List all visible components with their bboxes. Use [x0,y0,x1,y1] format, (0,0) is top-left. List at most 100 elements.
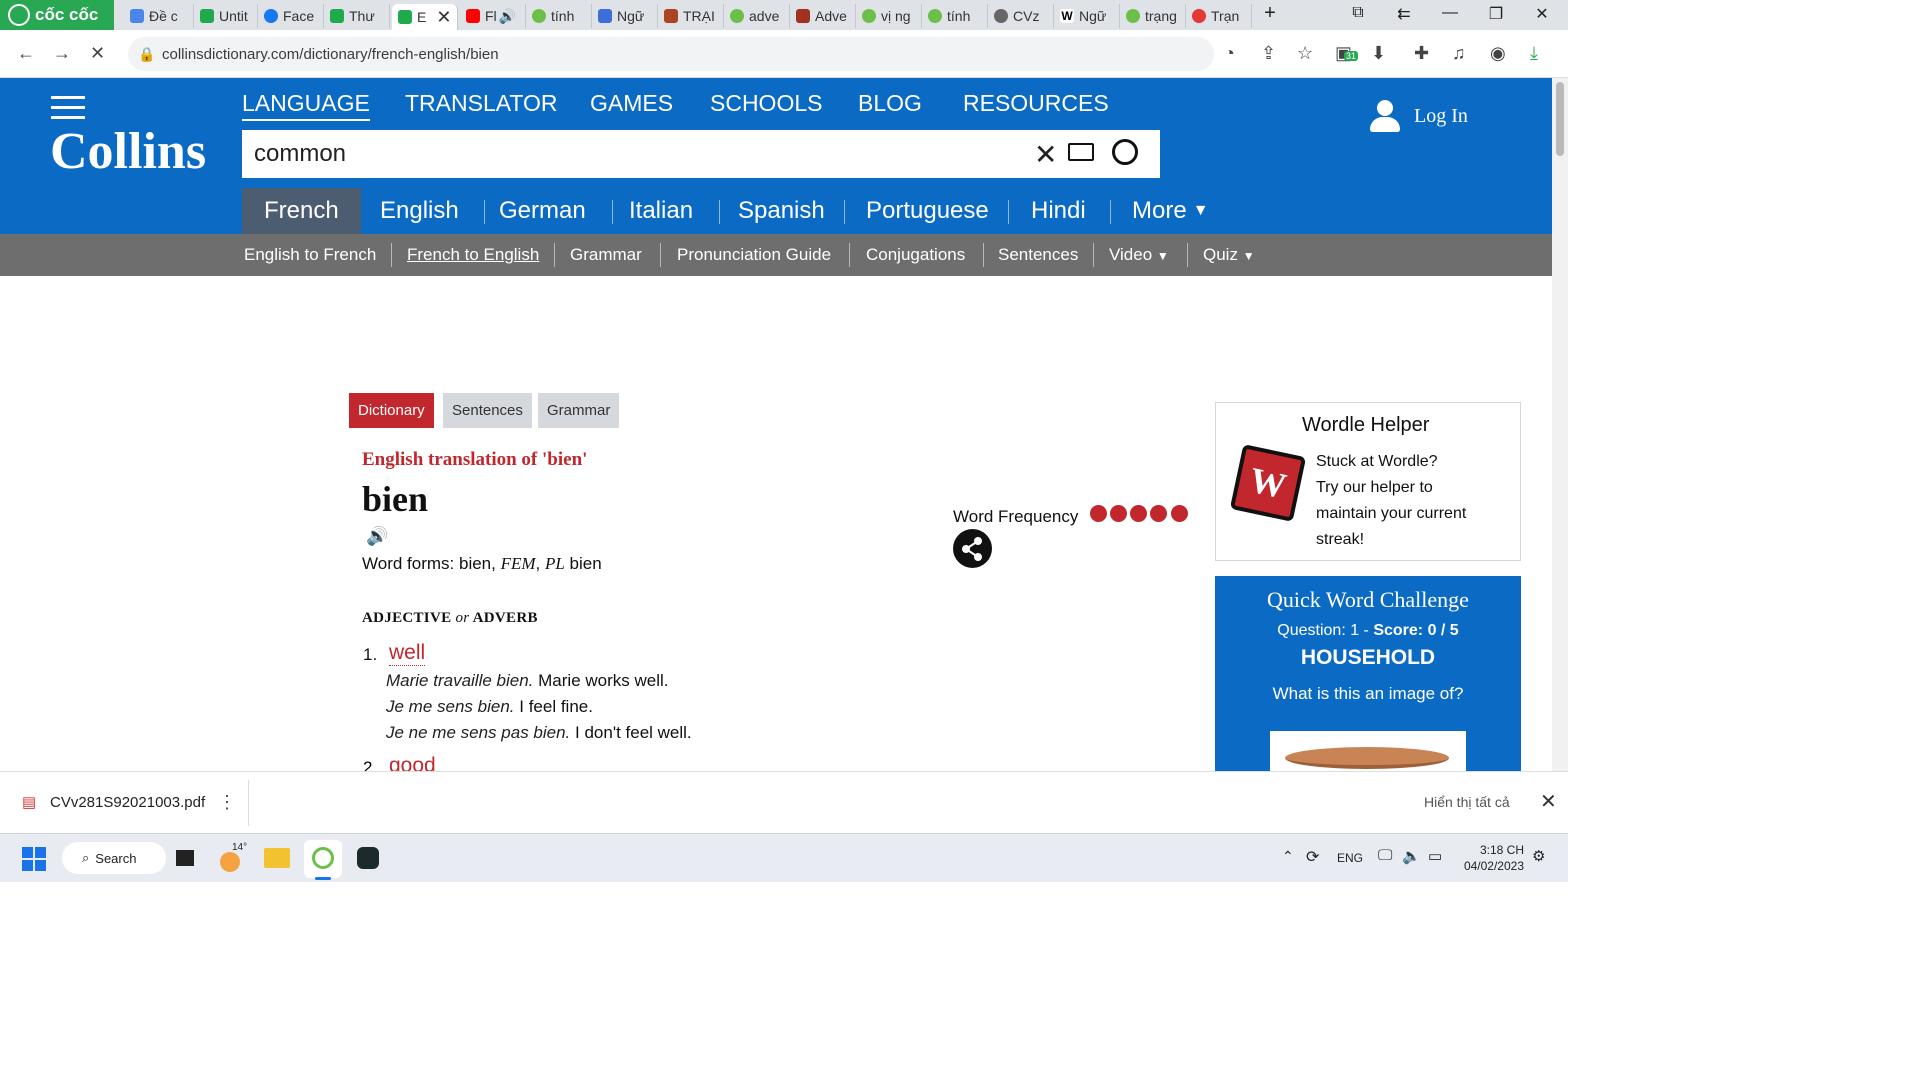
tab-dictionary[interactable]: Dictionary [349,393,434,428]
battery-icon[interactable]: ▭ [1428,847,1442,865]
tab-1[interactable]: Đề c [124,4,194,28]
tab-13[interactable]: tính [922,4,988,28]
forward-icon[interactable]: → [53,43,71,64]
download-extension-icon[interactable]: ⬇ [1371,43,1386,64]
scrollbar-thumb[interactable] [1556,82,1564,156]
wordle-helper-card[interactable]: Wordle Helper W Stuck at Wordle? Try our… [1215,402,1521,561]
browser-brand[interactable]: cốc cốc [0,0,114,30]
tab-10[interactable]: adve [724,4,790,28]
nav-schools[interactable]: SCHOOLS [710,90,822,117]
hamburger-menu-icon[interactable] [51,96,85,120]
tab-11[interactable]: Adve [790,4,856,28]
media-icon[interactable]: ♫ [1452,43,1466,64]
stop-loading-icon[interactable]: ✕ [90,43,105,64]
close-window-icon[interactable]: ✕ [1522,4,1562,24]
show-all-downloads[interactable]: Hiển thị tất cả [1424,794,1510,810]
collins-logo[interactable]: Collins [50,122,206,181]
input-language[interactable]: ENG [1337,851,1363,865]
tab-14[interactable]: CVz [988,4,1054,28]
tab-16[interactable]: trạng [1120,4,1186,28]
coccoc-taskbar-button[interactable] [304,840,342,880]
download-filename[interactable]: CVv281S92021003.pdf [50,794,205,811]
clear-search-icon[interactable]: ✕ [1034,138,1057,171]
nav-games[interactable]: GAMES [590,90,673,117]
page-scrollbar[interactable] [1552,78,1568,771]
lang-tab-german[interactable]: German [499,188,586,234]
extension-calendar-icon[interactable]: ▣31 [1335,43,1359,64]
subnav-quiz[interactable]: Quiz ▼ [1203,245,1255,265]
speaker-audio-icon[interactable]: 🔊 [366,526,388,547]
tab-3[interactable]: Face [258,4,324,28]
back-icon[interactable]: ← [17,43,35,64]
headword: bien [362,479,429,519]
clock[interactable]: 3:18 CH 04/02/2023 [1460,842,1524,874]
subnav-french-to-english[interactable]: French to English [407,245,539,265]
sense-word-link[interactable]: well [389,641,426,666]
app-icon[interactable] [357,847,379,869]
address-bar[interactable]: 🔒 collinsdictionary.com/dictionary/frenc… [128,37,1214,71]
notifications-icon[interactable]: ⚙ [1532,847,1545,865]
screenshot-icon[interactable]: ⧉ [1338,4,1378,22]
search-input[interactable]: common ✕ [242,130,1160,178]
lang-tab-italian[interactable]: Italian [629,188,693,234]
minimize-icon[interactable]: — [1430,4,1470,22]
tab-2[interactable]: Untit [194,4,258,28]
tab-6[interactable]: Fl 🔊 [460,4,526,28]
tab-5-active[interactable]: E ✕ [392,4,458,30]
keyboard-icon[interactable] [1068,143,1094,161]
lang-tab-spanish[interactable]: Spanish [738,188,825,234]
profile-icon[interactable]: ◉ [1490,43,1506,64]
subnav-english-to-french[interactable]: English to French [244,245,376,265]
subnav-grammar[interactable]: Grammar [570,245,642,265]
tab-15[interactable]: W Ngữ [1054,4,1120,28]
tab-12[interactable]: vị ng [856,4,922,28]
close-download-bar-icon[interactable]: ✕ [1540,789,1557,814]
lang-tab-hindi[interactable]: Hindi [1031,188,1086,234]
close-tab-icon[interactable]: ✕ [436,7,451,28]
tab-7[interactable]: tính [526,4,592,28]
quiz-image[interactable] [1270,731,1466,771]
share-page-icon[interactable]: ⇪ [1261,43,1276,64]
tab-9[interactable]: TRẠI [658,4,724,28]
windows-start-icon[interactable] [22,847,46,871]
network-icon[interactable]: 🖵 [1378,847,1392,864]
tab-search-icon[interactable]: ⇇ [1384,4,1424,24]
taskbar-search[interactable]: ⌕ Search [62,842,166,874]
speed-icon[interactable]: ◔ [1224,43,1235,64]
lang-tab-more[interactable]: More ▼ [1132,188,1209,234]
nav-translator[interactable]: TRANSLATOR [405,90,558,117]
tab-17[interactable]: Trạn [1186,4,1252,28]
lang-tab-english[interactable]: English [380,188,459,234]
downloads-icon[interactable]: ⤓ [1530,43,1538,64]
subnav-video[interactable]: Video ▼ [1109,245,1169,265]
file-explorer-icon[interactable] [264,848,290,868]
sync-icon[interactable]: ⟳ [1306,847,1319,867]
share-icon[interactable] [953,529,992,568]
show-hidden-icons[interactable]: ⌃ [1282,848,1294,865]
login-button[interactable]: Log In [1370,100,1468,132]
tab-grammar[interactable]: Grammar [538,393,620,428]
nav-blog[interactable]: BLOG [858,90,922,117]
lang-tab-french[interactable]: French [242,188,361,234]
caret-down-icon: ▼ [1242,249,1255,263]
extensions-puzzle-icon[interactable]: ✚ [1414,43,1429,64]
bookmark-star-icon[interactable]: ☆ [1297,43,1313,64]
subnav-sentences[interactable]: Sentences [998,245,1078,265]
search-icon[interactable] [1112,139,1138,165]
tab-4[interactable]: Thư [324,4,390,28]
maximize-icon[interactable]: ❐ [1476,4,1516,24]
lang-tab-portuguese[interactable]: Portuguese [866,188,989,234]
download-more-icon[interactable]: ⋮ [218,792,236,813]
tab-8[interactable]: Ngữ [592,4,658,28]
nav-language[interactable]: LANGUAGE [242,90,370,121]
weather-widget[interactable]: 14° [220,842,247,872]
task-view-icon[interactable] [176,850,194,866]
sense-word-link[interactable]: good [389,756,436,771]
volume-icon[interactable]: 🔈 [1402,847,1421,865]
nav-resources[interactable]: RESOURCES [963,90,1109,117]
new-tab-icon[interactable]: + [1250,2,1290,25]
subnav-conjugations[interactable]: Conjugations [866,245,965,265]
tab-sentences[interactable]: Sentences [443,393,532,428]
subnav-pronunciation-guide[interactable]: Pronunciation Guide [677,245,831,265]
frequency-dot [1090,505,1107,522]
